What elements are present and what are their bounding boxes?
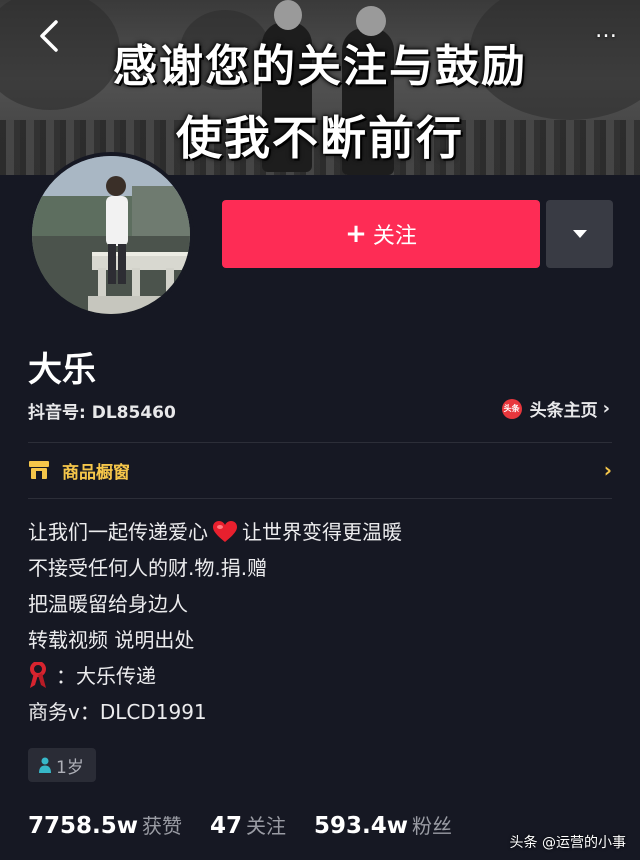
recommend-dropdown-button[interactable] — [546, 200, 613, 268]
toutiao-link-label: 头条主页 — [529, 401, 598, 421]
age-label: 1岁 — [56, 757, 84, 778]
bio-line: 不接受任何人的财.物.捐.赠 — [28, 556, 268, 580]
follow-button[interactable]: + 关注 — [222, 200, 540, 268]
dropdown-icon — [572, 230, 587, 238]
following-count[interactable]: 47 — [210, 813, 242, 839]
fans-count[interactable]: 593.4w — [314, 813, 408, 839]
age-tag: 1岁 — [28, 748, 96, 782]
bio-line: 让我们一起传递爱心 让世界变得更温暖 — [28, 514, 402, 550]
chevron-right-icon: › — [603, 458, 612, 482]
fans-label[interactable]: 粉丝 — [412, 810, 452, 839]
profile-name: 大乐 — [28, 350, 96, 390]
following-label[interactable]: 关注 — [246, 810, 286, 839]
avatar[interactable] — [28, 152, 194, 318]
ribbon-icon — [30, 662, 46, 688]
heart-icon — [213, 521, 237, 542]
bio-text: 让我们一起传递爱心 — [28, 520, 208, 544]
divider — [28, 498, 612, 499]
likes-count: 7758.5w — [28, 813, 139, 839]
watermark: 头条 @运营的小事 — [509, 835, 626, 851]
shop-icon — [29, 461, 49, 479]
bio: 让我们一起传递爱心 让世界变得更温暖 不接受任何人的财.物.捐.赠 把温暖留给身… — [28, 514, 402, 730]
toutiao-homepage-link[interactable]: 头条 头条主页 › — [501, 396, 610, 421]
likes-label: 获赞 — [142, 814, 183, 838]
douyin-id: 抖音号: DL85460 — [28, 403, 176, 423]
bio-line: ：大乐传递 — [28, 658, 402, 694]
shop-window-label: 商品橱窗 — [62, 462, 130, 483]
banner-text-line1: 感谢您的关注与鼓励 — [113, 41, 527, 92]
shop-window-row[interactable]: 商品橱窗 › — [28, 452, 612, 488]
header-banner: … 感谢您的关注与鼓励 使我不断前行 — [0, 0, 640, 175]
plus-icon: + — [345, 219, 367, 249]
bio-text: ：大乐传递 — [56, 664, 156, 688]
bio-line: 转载视频 说明出处 — [28, 628, 195, 652]
follow-label: 关注 — [372, 224, 417, 249]
toutiao-icon: 头条 — [501, 398, 522, 419]
bio-text: 让世界变得更温暖 — [242, 520, 402, 544]
bio-line: 把温暖留给身边人 — [28, 592, 188, 616]
person-icon — [39, 757, 51, 773]
bio-line: 商务v：DLCD1991 — [28, 700, 207, 724]
stats-row: 7758.5w 获赞 47 关注 593.4w 粉丝 — [28, 810, 480, 839]
chevron-right-icon: › — [602, 398, 610, 419]
divider — [28, 442, 612, 443]
